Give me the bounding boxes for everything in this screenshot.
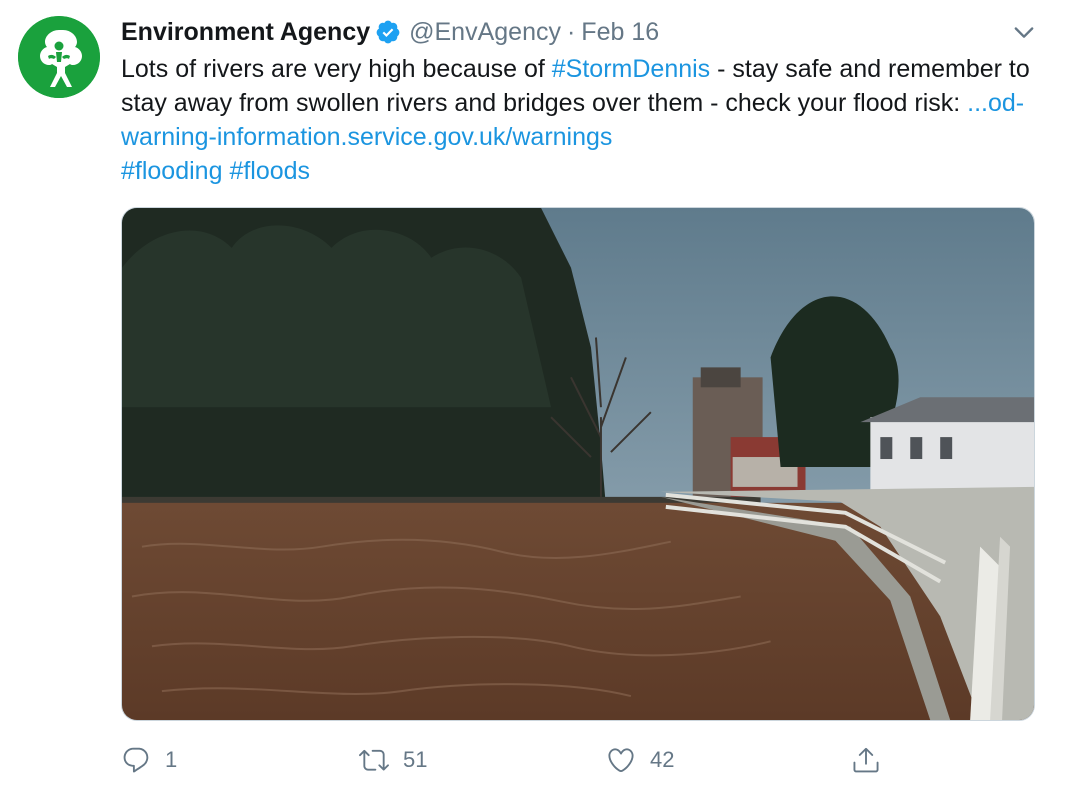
tweet-media[interactable] <box>121 207 1035 721</box>
hashtag-flooding[interactable]: #flooding <box>121 157 222 185</box>
verified-badge-icon <box>376 20 400 44</box>
tweet-date[interactable]: Feb 16 <box>581 18 659 47</box>
reply-action[interactable]: 1 <box>121 740 177 780</box>
tweet-header: Environment Agency @EnvAgency · Feb 16 <box>121 14 659 50</box>
retweet-count: 51 <box>403 747 428 772</box>
hashtag-stormdennis[interactable]: #StormDennis <box>552 55 710 83</box>
header-separator: · <box>566 17 576 46</box>
tweet-actions: 1 51 42 <box>121 740 1035 780</box>
author-handle[interactable]: @EnvAgency <box>409 18 561 47</box>
tree-person-logo-icon <box>18 16 100 98</box>
reply-count: 1 <box>165 747 178 772</box>
reply-icon <box>123 747 149 773</box>
tweet-text-segment: Lots of rivers are very high because of <box>121 55 552 83</box>
flooded-river-photo <box>122 208 1034 720</box>
heart-icon <box>608 748 634 773</box>
retweet-icon <box>359 749 389 771</box>
hashtag-floods[interactable]: #floods <box>229 157 310 185</box>
share-action[interactable] <box>851 740 881 780</box>
like-count: 42 <box>650 747 675 772</box>
retweet-action[interactable]: 51 <box>359 740 427 780</box>
chevron-down-icon[interactable] <box>1010 18 1038 46</box>
avatar[interactable] <box>18 16 100 98</box>
like-action[interactable]: 42 <box>606 740 674 780</box>
share-icon <box>853 747 879 773</box>
author-name[interactable]: Environment Agency <box>121 18 370 47</box>
tweet-text: Lots of rivers are very high because of … <box>121 52 1061 188</box>
